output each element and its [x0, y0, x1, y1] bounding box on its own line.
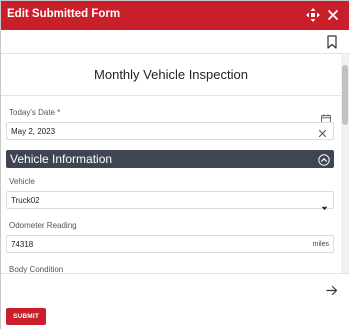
- form-title: Monthly Vehicle Inspection: [94, 67, 248, 82]
- vehicle-value: Truck02: [11, 196, 40, 205]
- scroll-down-icon[interactable]: [342, 265, 348, 278]
- arrow-right-icon[interactable]: [326, 283, 338, 296]
- dialog-titlebar: Edit Submitted Form: [1, 1, 349, 30]
- date-field[interactable]: May 2, 2023: [6, 122, 334, 140]
- form-scroll-area[interactable]: Monthly Vehicle Inspection Today's Date …: [1, 55, 341, 273]
- scroll-up-icon[interactable]: [342, 57, 348, 70]
- chevron-up-icon[interactable]: [318, 153, 330, 166]
- vertical-scrollbar[interactable]: [341, 55, 349, 278]
- dialog-toolbar: [1, 30, 349, 54]
- vehicle-select[interactable]: Truck02: [6, 191, 334, 211]
- move-arrows-icon[interactable]: [305, 7, 321, 23]
- divider: [1, 95, 341, 96]
- section-title: Vehicle Information: [10, 152, 113, 166]
- odometer-value: 74318: [11, 240, 34, 249]
- close-icon[interactable]: [325, 7, 341, 23]
- odometer-input[interactable]: 74318 miles: [6, 235, 334, 253]
- caret-down-icon[interactable]: [321, 198, 328, 211]
- date-label: Today's Date *: [9, 108, 61, 117]
- vehicle-label: Vehicle: [9, 177, 35, 186]
- clear-icon[interactable]: [317, 126, 328, 138]
- submit-button[interactable]: SUBMIT: [6, 308, 46, 325]
- odometer-label: Odometer Reading: [9, 221, 77, 230]
- scrollbar-thumb[interactable]: [342, 65, 348, 125]
- date-value: May 2, 2023: [11, 127, 56, 136]
- calendar-icon[interactable]: [321, 111, 331, 124]
- edit-form-dialog: Edit Submitted Form Monthly Vehicle Insp…: [0, 0, 349, 329]
- section-header-vehicle-information[interactable]: Vehicle Information: [6, 150, 334, 168]
- dialog-footer: SUBMIT: [1, 273, 349, 329]
- body-condition-label: Body Condition: [9, 265, 64, 273]
- odometer-unit: miles: [312, 241, 329, 248]
- dialog-title: Edit Submitted Form: [7, 8, 121, 20]
- bookmark-icon[interactable]: [325, 34, 339, 50]
